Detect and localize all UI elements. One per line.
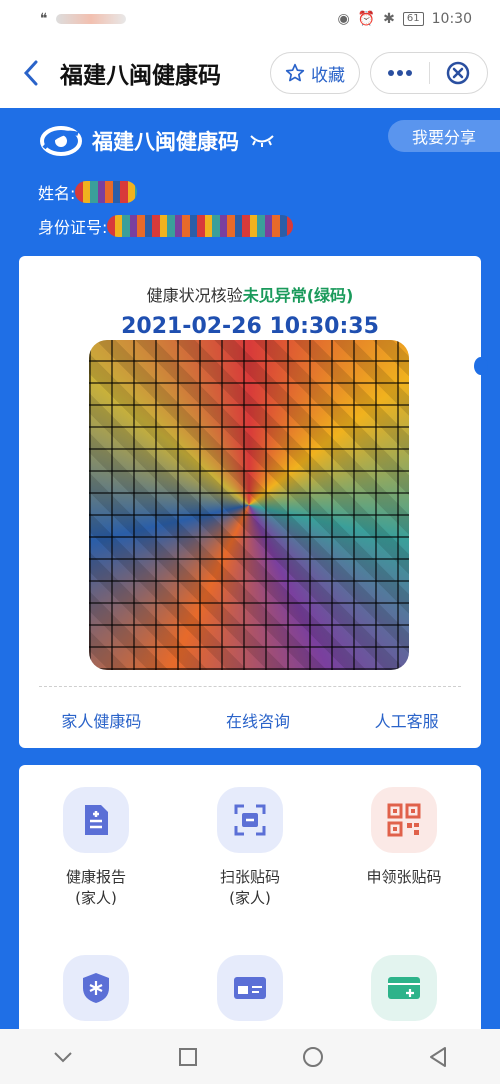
chevron-left-icon [23, 60, 38, 86]
battery-icon: 61 [402, 12, 424, 26]
card-links: 家人健康码 在线咨询 人工客服 [19, 708, 481, 732]
status-icons: ◉ ⏰ ✱ 61 10:30 [338, 11, 472, 27]
triangle-back-icon [429, 1046, 446, 1067]
back-nav-button[interactable] [408, 1037, 468, 1077]
services-card: 健康报告 (家人) 扫张贴码 (家人) 申领张贴码 [19, 765, 481, 1045]
id-label: 身份证号: [38, 218, 108, 237]
circle-icon [302, 1046, 323, 1067]
square-icon [178, 1047, 197, 1066]
service-label: 扫张贴码 (家人) [219, 868, 280, 907]
brand-header: 福建八闽健康码 [40, 124, 275, 158]
back-button[interactable] [18, 60, 44, 86]
page-title: 福建八闽健康码 [60, 63, 221, 89]
star-icon [285, 63, 305, 82]
name-redacted [75, 181, 138, 203]
mini-app-capsule [370, 52, 488, 94]
service-apply-poster[interactable]: 申领张贴码 [327, 787, 481, 888]
more-icon [387, 70, 412, 76]
customer-service-link[interactable]: 人工客服 [375, 708, 439, 732]
online-consult-link[interactable]: 在线咨询 [226, 708, 290, 732]
bluetooth-icon: ✱ [383, 11, 395, 27]
document-icon [63, 787, 129, 853]
recents-button[interactable] [158, 1037, 218, 1077]
id-row: 身份证号: [38, 214, 294, 238]
share-button[interactable]: 我要分享 [388, 120, 500, 152]
collapse-button[interactable] [33, 1037, 93, 1077]
chevron-down-icon [53, 1051, 72, 1062]
health-code-logo [40, 126, 82, 156]
eye-icon: ◉ [337, 11, 350, 27]
status-prefix: 健康状况核验 [146, 286, 243, 305]
service-label: 申领张贴码 [366, 868, 442, 886]
health-code-card: 健康状况核验未见异常(绿码) 2021-02-26 10:30:35 家人健康码… [19, 256, 481, 748]
family-code-link[interactable]: 家人健康码 [61, 708, 141, 732]
status-value: 未见异常(绿码) [242, 286, 354, 305]
home-button[interactable] [283, 1037, 343, 1077]
notification-area: ❝ [40, 11, 126, 27]
scan-icon [217, 787, 283, 853]
service-shield[interactable] [19, 955, 173, 1021]
service-id-card[interactable] [173, 955, 327, 1021]
id-card-icon [217, 955, 283, 1021]
service-card-add[interactable] [327, 955, 481, 1021]
eye-toggle-icon [250, 134, 274, 147]
quote-icon: ❝ [40, 11, 48, 27]
brand-title: 福建八闽健康码 [92, 130, 239, 154]
code-timestamp: 2021-02-26 10:30:35 [121, 314, 379, 339]
qr-code-icon [371, 787, 437, 853]
favorite-button[interactable]: 收藏 [270, 52, 360, 94]
service-label: 健康报告 (家人) [65, 868, 126, 907]
system-navigation-bar [0, 1029, 500, 1084]
eye-closed-icon[interactable] [249, 132, 275, 151]
name-label: 姓名: [38, 184, 76, 203]
close-circle-icon [447, 61, 470, 85]
service-scan-poster[interactable]: 扫张贴码 (家人) [173, 787, 327, 909]
card-add-icon [371, 955, 437, 1021]
favorite-label: 收藏 [311, 65, 345, 86]
card-notch-right [474, 357, 488, 375]
close-button[interactable] [430, 53, 488, 93]
alarm-icon: ⏰ [357, 11, 376, 27]
status-bar: ❝ ◉ ⏰ ✱ 61 10:30 [0, 0, 500, 38]
divider [39, 686, 461, 687]
blurred-notifications [55, 14, 126, 24]
clock: 10:30 [431, 11, 472, 27]
verification-status: 健康状况核验未见异常(绿码) [19, 282, 481, 306]
shield-icon [63, 955, 129, 1021]
id-redacted [107, 215, 294, 237]
name-row: 姓名: [38, 180, 138, 204]
more-button[interactable] [371, 53, 429, 93]
service-health-report[interactable]: 健康报告 (家人) [19, 787, 173, 909]
nav-bar: 福建八闽健康码 收藏 [0, 38, 500, 108]
qr-code-redacted [89, 340, 409, 670]
